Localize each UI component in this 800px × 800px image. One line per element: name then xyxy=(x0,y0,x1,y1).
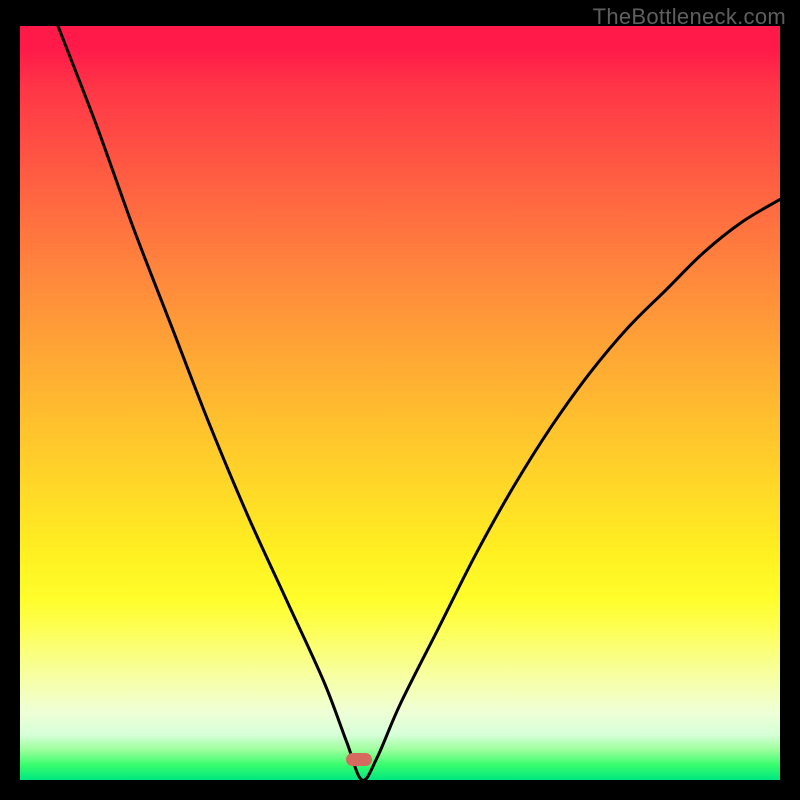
bottleneck-curve xyxy=(58,26,780,780)
chart-container: TheBottleneck.com xyxy=(0,0,800,800)
watermark-text: TheBottleneck.com xyxy=(593,4,786,30)
plot-area xyxy=(20,26,780,780)
curve-layer xyxy=(20,26,780,780)
optimal-marker xyxy=(346,753,372,766)
